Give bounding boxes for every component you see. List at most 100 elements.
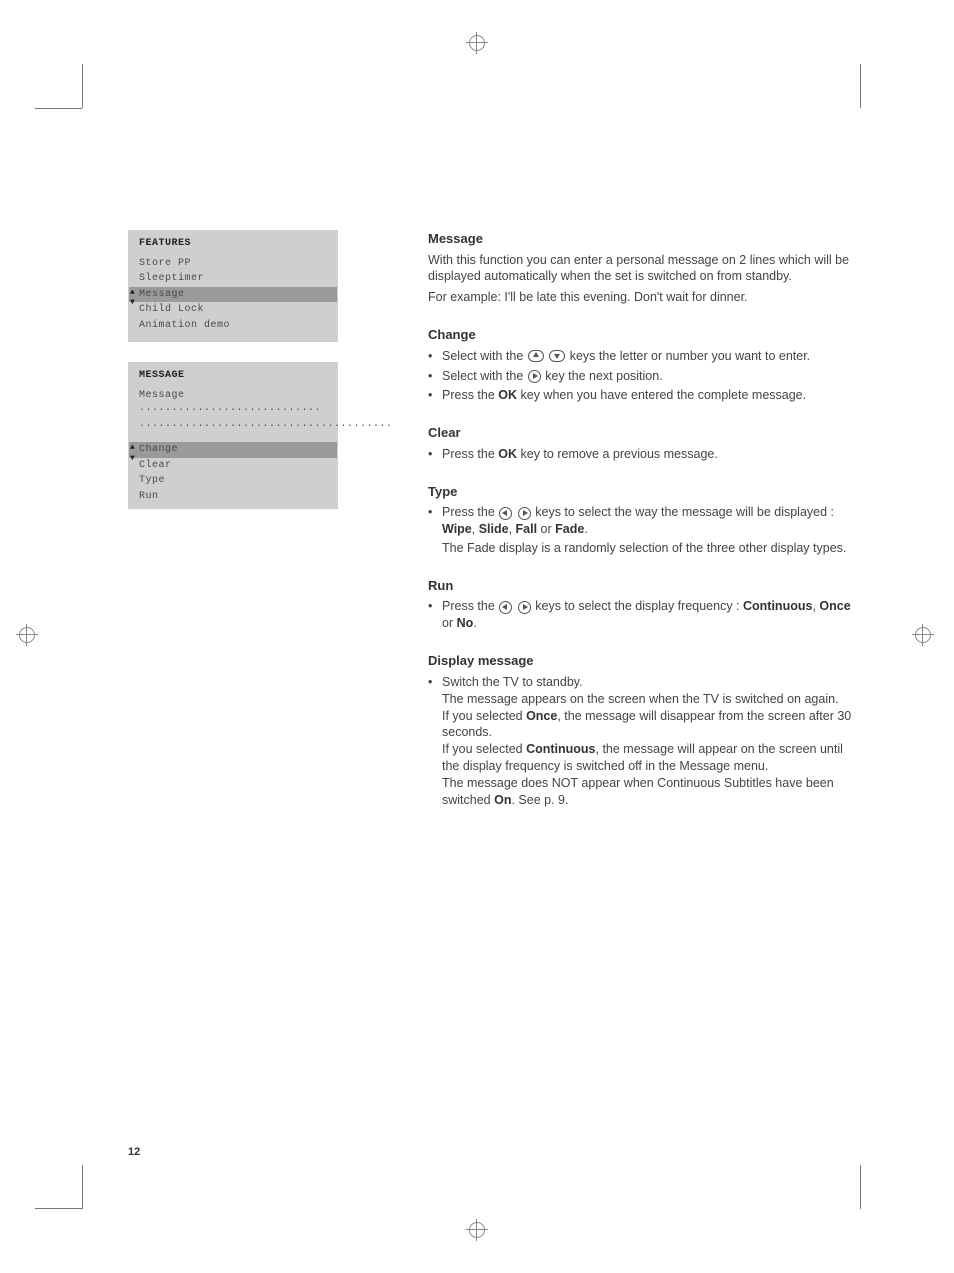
- osd-message-panel: MESSAGE Message ........................…: [128, 362, 338, 509]
- body-text: The Fade display is a randomly selection…: [442, 538, 858, 557]
- text-span: ,: [472, 522, 479, 536]
- option-label: Once: [819, 599, 850, 613]
- cursor-right-icon: [518, 507, 531, 520]
- section-heading: Clear: [428, 424, 858, 442]
- text-span: Select with the: [442, 349, 527, 363]
- text-span: . See p. 9.: [511, 793, 568, 807]
- registration-mark-icon: [466, 1219, 488, 1241]
- option-label: No: [457, 616, 474, 630]
- body-text: The message does NOT appear when Continu…: [442, 775, 858, 809]
- option-label: Wipe: [442, 522, 472, 536]
- body-text: For example: I'll be late this evening. …: [428, 289, 858, 306]
- osd-item: Run: [129, 489, 337, 505]
- text-span: .: [584, 522, 587, 536]
- cursor-left-icon: [499, 507, 512, 520]
- cursor-left-icon: [499, 601, 512, 614]
- bullet-item: Press the OK key to remove a previous me…: [428, 446, 858, 463]
- registration-mark-icon: [466, 32, 488, 54]
- cursor-right-icon: [528, 370, 541, 383]
- osd-item-selected: ▲▼Message: [129, 287, 337, 303]
- osd-msg-label: Message: [139, 390, 185, 401]
- body-text: If you selected Continuous, the message …: [442, 741, 858, 775]
- text-span: .: [473, 616, 476, 630]
- text-span: keys to select the way the message will …: [535, 505, 834, 519]
- section-clear: Clear Press the OK key to remove a previ…: [428, 424, 858, 462]
- section-heading: Message: [428, 230, 858, 248]
- text-span: key to remove a previous message.: [517, 447, 718, 461]
- osd-item: Animation demo: [129, 318, 337, 334]
- text-span: or: [442, 616, 457, 630]
- registration-mark-icon: [16, 624, 38, 646]
- crop-mark: [35, 1208, 82, 1209]
- osd-item: Store PP: [129, 256, 337, 272]
- text-span: If you selected: [442, 709, 526, 723]
- text-span: Press the: [442, 505, 498, 519]
- section-heading: Change: [428, 326, 858, 344]
- osd-item-selected: ▲▼Change: [129, 442, 337, 458]
- text-span: keys the letter or number you want to en…: [570, 349, 810, 363]
- crop-mark: [860, 64, 861, 108]
- option-label: Once: [526, 709, 557, 723]
- text-span: If you selected: [442, 742, 526, 756]
- body-text: With this function you can enter a perso…: [428, 252, 858, 286]
- crop-mark: [860, 1165, 861, 1209]
- crop-mark: [35, 108, 82, 109]
- option-label: Continuous: [743, 599, 812, 613]
- section-display-message: Display message Switch the TV to standby…: [428, 652, 858, 809]
- text-span: Press the: [442, 388, 498, 402]
- registration-mark-icon: [912, 624, 934, 646]
- bullet-item: Select with the keys the letter or numbe…: [428, 348, 858, 365]
- osd-features-panel: FEATURES Store PP Sleeptimer ▲▼Message C…: [128, 230, 338, 342]
- cursor-right-icon: [518, 601, 531, 614]
- osd-title: FEATURES: [129, 231, 337, 256]
- osd-item: Clear: [129, 458, 337, 474]
- right-column: Message With this function you can enter…: [428, 230, 858, 829]
- section-heading: Display message: [428, 652, 858, 670]
- text-span: ,: [509, 522, 516, 536]
- text-span: key when you have entered the complete m…: [517, 388, 806, 402]
- cursor-up-icon: [528, 350, 544, 362]
- section-heading: Run: [428, 577, 858, 595]
- text-span: keys to select the display frequency :: [535, 599, 743, 613]
- osd-title: MESSAGE: [129, 363, 337, 388]
- osd-msg-dots: ............................: [139, 403, 321, 414]
- text-span: or: [537, 522, 555, 536]
- page-number: 12: [128, 1145, 140, 1160]
- manual-page: FEATURES Store PP Sleeptimer ▲▼Message C…: [0, 0, 954, 1273]
- osd-item-label: Message: [139, 289, 185, 300]
- updown-arrows-icon: ▲▼: [130, 288, 135, 310]
- section-change: Change Select with the keys the letter o…: [428, 326, 858, 404]
- section-type: Type Press the keys to select the way th…: [428, 483, 858, 557]
- updown-arrows-icon: ▲▼: [130, 443, 135, 465]
- body-text: The message appears on the screen when t…: [442, 691, 858, 708]
- text-span: Press the: [442, 599, 498, 613]
- cursor-down-icon: [549, 350, 565, 362]
- key-label: OK: [498, 447, 517, 461]
- crop-mark: [82, 1165, 83, 1209]
- body-text: If you selected Once, the message will d…: [442, 708, 858, 742]
- content-area: FEATURES Store PP Sleeptimer ▲▼Message C…: [128, 230, 858, 829]
- text-span: key the next position.: [545, 369, 662, 383]
- section-heading: Type: [428, 483, 858, 501]
- bullet-item: Select with the key the next position.: [428, 368, 858, 385]
- osd-item: Sleeptimer: [129, 271, 337, 287]
- bullet-item: Press the OK key when you have entered t…: [428, 387, 858, 404]
- key-label: OK: [498, 388, 517, 402]
- option-label: Slide: [479, 522, 509, 536]
- osd-item: Child Lock: [129, 302, 337, 318]
- text-span: Press the: [442, 447, 498, 461]
- section-message: Message With this function you can enter…: [428, 230, 858, 306]
- osd-message-line: .......................................: [129, 417, 337, 433]
- option-label: Fade: [555, 522, 584, 536]
- bullet-item: Press the keys to select the way the mes…: [428, 504, 858, 557]
- left-column: FEATURES Store PP Sleeptimer ▲▼Message C…: [128, 230, 338, 529]
- osd-message-line: Message ............................: [129, 388, 337, 417]
- option-label: On: [494, 793, 511, 807]
- text-span: Switch the TV to standby.: [442, 675, 583, 689]
- crop-mark: [82, 64, 83, 108]
- option-label: Continuous: [526, 742, 595, 756]
- text-span: Select with the: [442, 369, 527, 383]
- bullet-item: Switch the TV to standby. The message ap…: [428, 674, 858, 809]
- osd-item: Type: [129, 473, 337, 489]
- bullet-item: Press the keys to select the display fre…: [428, 598, 858, 632]
